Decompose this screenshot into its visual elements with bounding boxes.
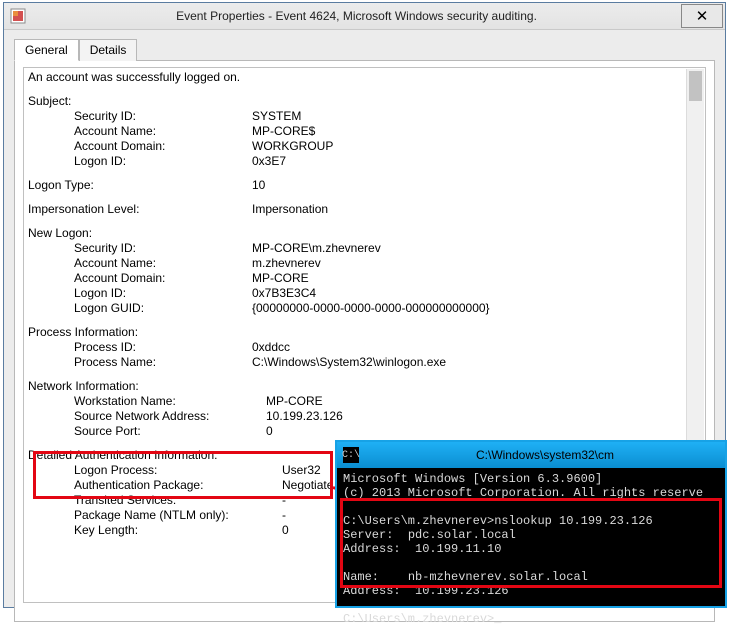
source-port-label: Source Port: <box>28 424 266 439</box>
subject-logon-id-label: Logon ID: <box>28 154 252 169</box>
cmd-icon: C:\ <box>343 447 359 463</box>
cmd-cursor: _ <box>494 612 501 626</box>
network-header: Network Information: <box>28 379 685 394</box>
newlogon-logon-id-label: Logon ID: <box>28 286 252 301</box>
newlogon-security-id-label: Security ID: <box>28 241 252 256</box>
logon-type-label: Logon Type: <box>28 178 252 193</box>
impersonation-level-value: Impersonation <box>252 202 685 217</box>
newlogon-security-id: MP-CORE\m.zhevnerev <box>252 241 685 256</box>
newlogon-account-domain-label: Account Domain: <box>28 271 252 286</box>
newlogon-account-domain: MP-CORE <box>252 271 685 286</box>
window-title: Event Properties - Event 4624, Microsoft… <box>32 9 681 23</box>
subject-header: Subject: <box>28 94 685 109</box>
close-button[interactable]: ✕ <box>681 4 723 28</box>
impersonation-level-label: Impersonation Level: <box>28 202 252 217</box>
key-length-label: Key Length: <box>28 523 282 538</box>
cmd-prompt-2: C:\Users\m.zhevnerev> <box>343 612 494 626</box>
subject-security-id: SYSTEM <box>252 109 685 124</box>
newlogon-header: New Logon: <box>28 226 685 241</box>
process-id-label: Process ID: <box>28 340 252 355</box>
subject-account-domain-label: Account Domain: <box>28 139 252 154</box>
cmd-title-text: C:\Windows\system32\cm <box>365 448 725 462</box>
subject-account-name: MP-CORE$ <box>252 124 685 139</box>
logon-message: An account was successfully logged on. <box>28 70 685 85</box>
workstation-name-label: Workstation Name: <box>28 394 266 409</box>
newlogon-account-name-label: Account Name: <box>28 256 252 271</box>
annotation-box-cmd <box>340 498 722 588</box>
cmd-window: C:\ C:\Windows\system32\cm Microsoft Win… <box>335 440 727 608</box>
scrollbar-thumb[interactable] <box>689 71 702 101</box>
ntlm-package-label: Package Name (NTLM only): <box>28 508 282 523</box>
newlogon-logon-guid: {00000000-0000-0000-0000-000000000000} <box>252 301 685 316</box>
source-address-value: 10.199.23.126 <box>266 409 685 424</box>
tab-general[interactable]: General <box>14 39 79 61</box>
cmd-version: Microsoft Windows [Version 6.3.9600] <box>343 472 602 486</box>
titlebar[interactable]: Event Properties - Event 4624, Microsoft… <box>4 3 725 30</box>
tab-details[interactable]: Details <box>79 39 138 61</box>
newlogon-logon-id: 0x7B3E3C4 <box>252 286 685 301</box>
cmd-titlebar[interactable]: C:\ C:\Windows\system32\cm <box>337 442 725 468</box>
subject-account-name-label: Account Name: <box>28 124 252 139</box>
close-icon: ✕ <box>696 9 709 24</box>
source-address-label: Source Network Address: <box>28 409 266 424</box>
source-port-value: 0 <box>266 424 685 439</box>
process-name-value: C:\Windows\System32\winlogon.exe <box>252 355 685 370</box>
newlogon-account-name: m.zhevnerev <box>252 256 685 271</box>
process-name-label: Process Name: <box>28 355 252 370</box>
subject-account-domain: WORKGROUP <box>252 139 685 154</box>
newlogon-logon-guid-label: Logon GUID: <box>28 301 252 316</box>
annotation-box-network <box>33 451 333 499</box>
app-icon <box>10 8 26 24</box>
tabstrip: General Details <box>14 39 715 61</box>
subject-logon-id: 0x3E7 <box>252 154 685 169</box>
logon-type-value: 10 <box>252 178 685 193</box>
workstation-name-value: MP-CORE <box>266 394 685 409</box>
process-id-value: 0xddcc <box>252 340 685 355</box>
subject-security-id-label: Security ID: <box>28 109 252 124</box>
process-header: Process Information: <box>28 325 685 340</box>
